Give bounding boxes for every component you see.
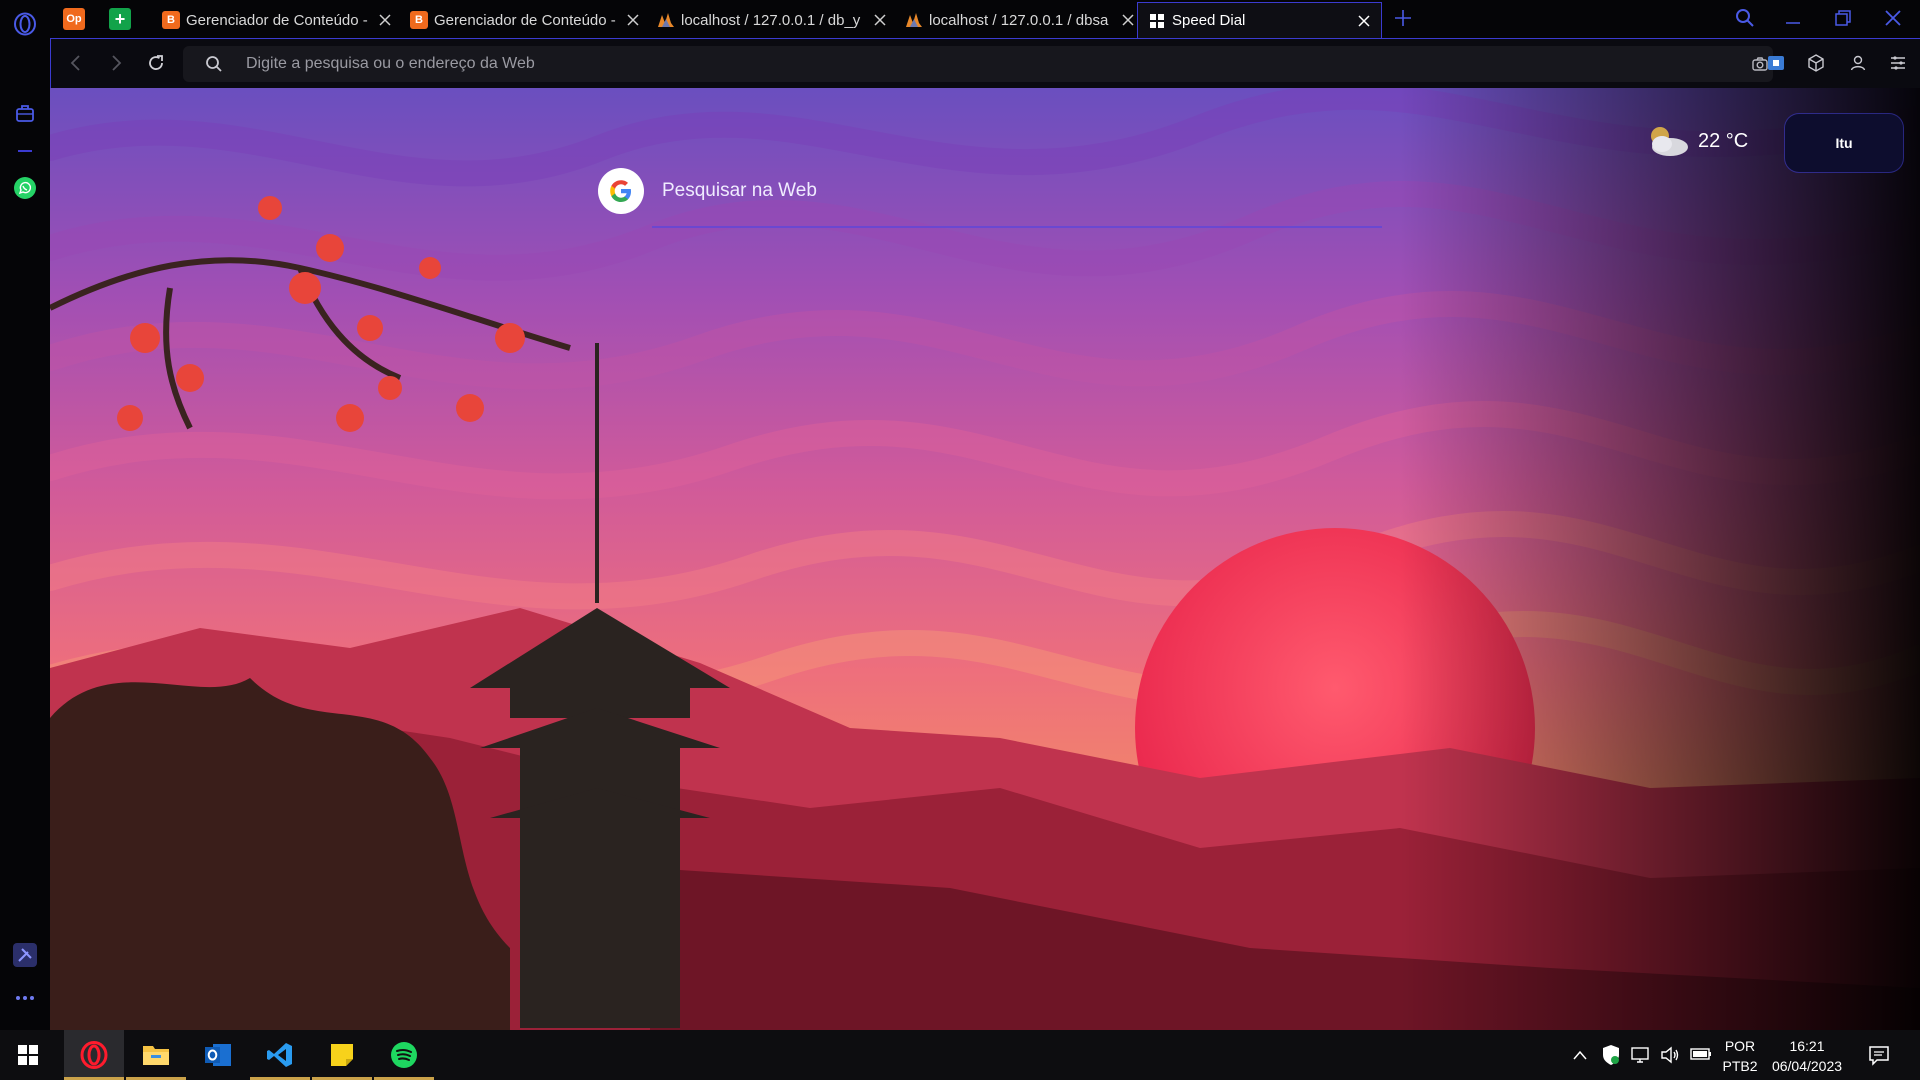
- close-icon[interactable]: [1121, 13, 1135, 27]
- google-icon[interactable]: [598, 168, 644, 214]
- weather-city-button[interactable]: Itu: [1785, 114, 1903, 172]
- clock[interactable]: 16:21 06/04/2023: [1768, 1036, 1846, 1076]
- security-shield-icon[interactable]: [1601, 1044, 1621, 1066]
- close-icon[interactable]: [626, 13, 640, 27]
- whatsapp-icon[interactable]: [13, 176, 37, 200]
- taskbar-spotify[interactable]: [374, 1030, 434, 1080]
- tab-phpmyadmin-1[interactable]: localhost / 127.0.0.1 / db_y: [647, 2, 897, 38]
- weather-city: Itu: [1835, 135, 1853, 151]
- volume-icon[interactable]: [1660, 1045, 1680, 1065]
- partly-cloudy-icon: [1651, 127, 1688, 156]
- phpmyadmin-icon: [906, 13, 922, 27]
- close-icon[interactable]: [378, 13, 392, 27]
- tab-phpmyadmin-2[interactable]: localhost / 127.0.0.1 / dbsa: [895, 2, 1145, 38]
- tab-title: Gerenciador de Conteúdo -: [186, 11, 368, 29]
- back-icon[interactable]: [66, 53, 86, 73]
- new-tab-plus-icon[interactable]: [1393, 8, 1413, 28]
- show-hidden-icons-chevron-icon[interactable]: [1572, 1048, 1588, 1062]
- notifications-icon[interactable]: [1868, 1044, 1890, 1066]
- web-search-input[interactable]: [662, 172, 1382, 210]
- clock-time: 16:21: [1789, 1038, 1825, 1054]
- tab-bar: Op + B Gerenciador de Conteúdo - B Geren…: [0, 0, 1920, 38]
- tab-title: localhost / 127.0.0.1 / dbsa: [929, 11, 1109, 29]
- vscode-icon: [267, 1043, 292, 1067]
- google-g-icon: [610, 180, 631, 202]
- pinned-tab-plus[interactable]: +: [109, 8, 131, 30]
- browser-toolbar: [50, 38, 1920, 88]
- address-bar[interactable]: [183, 46, 1773, 82]
- clock-date: 06/04/2023: [1771, 1058, 1843, 1074]
- speed-dial-page: 22 °C Itu: [50, 88, 1920, 1030]
- opera-menu-icon[interactable]: [10, 9, 40, 39]
- taskbar-vscode[interactable]: [250, 1030, 310, 1080]
- close-icon[interactable]: [1357, 14, 1371, 28]
- phpmyadmin-icon: [658, 13, 674, 27]
- keyboard-layout: PTB2: [1722, 1058, 1758, 1074]
- tab-title: Gerenciador de Conteúdo -: [434, 11, 616, 29]
- weather-temperature: 22 °C: [1698, 130, 1749, 152]
- weather-widget[interactable]: 22 °C Itu: [1640, 114, 1910, 176]
- ob-icon: B: [162, 11, 180, 29]
- speed-dial-icon: [1150, 13, 1164, 28]
- taskbar-sticky-notes[interactable]: [312, 1030, 372, 1080]
- restore-icon[interactable]: [1833, 8, 1853, 28]
- file-explorer-icon: [143, 1046, 169, 1065]
- sidebar: [0, 38, 50, 1030]
- tools-icon[interactable]: [13, 943, 37, 967]
- ob-icon: B: [410, 11, 428, 29]
- input-language[interactable]: POR PTB2: [1722, 1036, 1758, 1076]
- tab-title: Speed Dial: [1172, 12, 1246, 29]
- taskbar-outlook[interactable]: [188, 1030, 248, 1080]
- extension-icon[interactable]: [1766, 53, 1786, 73]
- tab-title: localhost / 127.0.0.1 / db_y: [681, 11, 861, 29]
- search-icon: [206, 56, 222, 72]
- more-options-icon[interactable]: [14, 993, 36, 1003]
- windows-start-icon[interactable]: [17, 1044, 39, 1066]
- workspace-icon[interactable]: [14, 102, 36, 124]
- battery-icon[interactable]: [1690, 1047, 1712, 1061]
- tab-speed-dial[interactable]: Speed Dial: [1137, 2, 1382, 38]
- spotify-icon: [391, 1042, 417, 1068]
- minimize-icon[interactable]: [1783, 8, 1803, 28]
- tab-gerenciador-2[interactable]: B Gerenciador de Conteúdo -: [400, 2, 650, 38]
- web-search-widget: [598, 168, 1388, 232]
- windows-taskbar: POR PTB2 16:21 06/04/2023: [0, 1030, 1920, 1080]
- opera-icon: [80, 1041, 108, 1069]
- language-code: POR: [1724, 1038, 1756, 1054]
- taskbar-file-explorer[interactable]: [126, 1030, 186, 1080]
- outlook-icon: [205, 1044, 231, 1066]
- extensions-cube-icon[interactable]: [1806, 53, 1826, 73]
- address-input[interactable]: [246, 46, 1646, 82]
- sticky-notes-icon: [331, 1044, 353, 1066]
- close-icon[interactable]: [873, 13, 887, 27]
- profile-icon[interactable]: [1848, 53, 1868, 73]
- reload-icon[interactable]: [146, 53, 166, 73]
- network-icon[interactable]: [1630, 1045, 1650, 1065]
- pinned-tab-opera-gx[interactable]: Op: [63, 8, 85, 30]
- easy-setup-icon[interactable]: [1888, 53, 1908, 73]
- tab-gerenciador-1[interactable]: B Gerenciador de Conteúdo -: [152, 2, 402, 38]
- tab-search-icon[interactable]: [1735, 8, 1755, 28]
- close-window-icon[interactable]: [1883, 8, 1903, 28]
- forward-icon[interactable]: [106, 53, 126, 73]
- sidebar-separator: [18, 150, 32, 152]
- taskbar-opera[interactable]: [64, 1030, 124, 1080]
- search-underline: [652, 226, 1382, 228]
